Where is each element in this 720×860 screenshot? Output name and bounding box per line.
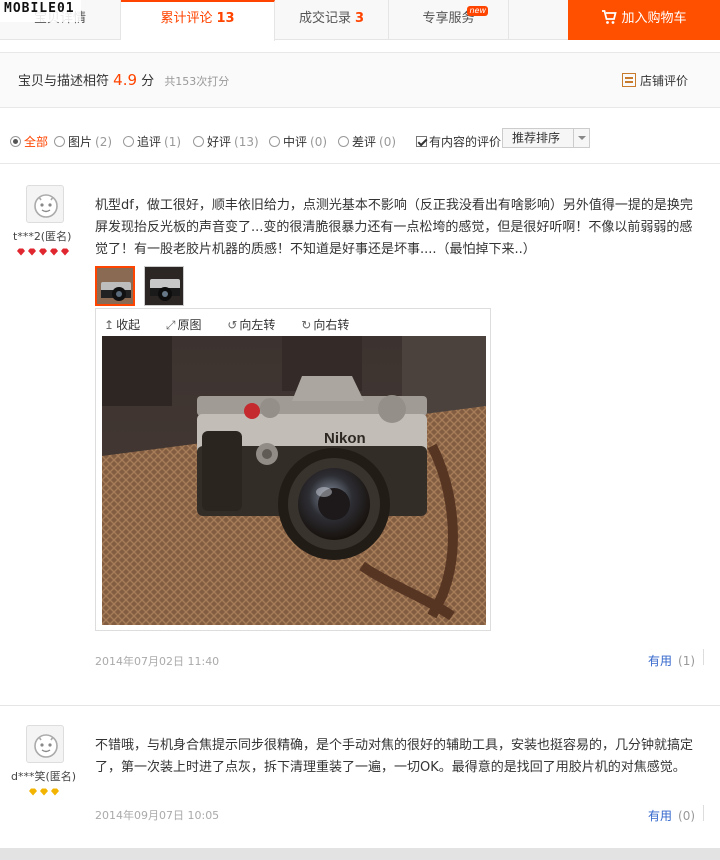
useful-button[interactable]: 有用 (0) — [648, 807, 695, 824]
radio-icon — [193, 136, 204, 147]
review-item: t***2(匿名) 机型df，做工很好，顺丰依旧给力，点测光基本不影响（反正我没… — [0, 164, 720, 704]
buyer-rank-icon — [16, 245, 71, 256]
default-avatar-icon — [34, 194, 58, 218]
footer-bar — [0, 848, 720, 860]
buyer-rank-icon — [28, 785, 61, 796]
rating-count: 共153次打分 — [164, 75, 230, 88]
review-thumbnail[interactable] — [144, 266, 184, 306]
rotate-left-label: 向左转 — [239, 318, 276, 332]
sort-select-value: 推荐排序 — [512, 131, 561, 145]
review-filter-bar: 全部 图片 (2) 追评 (1) 好评 (13) 中评 (0) 差评 (0) 有内容的评价… — [0, 118, 720, 164]
review-thumbnail[interactable] — [95, 266, 135, 306]
useful-count: (1) — [678, 654, 696, 668]
filter-pictures[interactable]: 图片 (2) — [54, 133, 112, 150]
tab-deals-label: 成交记录 — [298, 11, 351, 26]
filter-append-label: 追评 — [137, 135, 162, 149]
rotate-right-button[interactable]: ↻ 向右转 — [301, 318, 360, 332]
rotate-left-icon: ↺ — [227, 318, 238, 332]
filter-append[interactable]: 追评 (1) — [123, 133, 181, 150]
radio-icon — [123, 136, 134, 147]
tab-reviews[interactable]: 累计评论 13 — [121, 0, 275, 41]
match-score-unit: 分 — [141, 74, 155, 89]
mobile01-watermark: MOBILE01 — [0, 0, 81, 22]
filter-bad-count: (0) — [379, 135, 397, 149]
tab-reviews-count: 13 — [216, 11, 235, 26]
filter-pictures-count: (2) — [95, 135, 113, 149]
divider — [703, 649, 704, 665]
review-username: d***笑(匿名) — [11, 770, 77, 783]
tab-deals-count: 3 — [354, 11, 365, 26]
view-original-button[interactable]: ⤢ 原图 — [166, 318, 213, 332]
filter-good-count: (13) — [234, 135, 259, 149]
filter-bad[interactable]: 差评 (0) — [338, 133, 396, 150]
avatar — [26, 725, 64, 763]
filter-good-label: 好评 — [207, 135, 232, 149]
useful-label: 有用 — [648, 654, 673, 668]
default-avatar-icon — [34, 734, 58, 758]
review-thumbnails — [95, 266, 195, 308]
checkbox-icon — [416, 136, 427, 147]
cart-icon — [602, 10, 618, 24]
divider — [703, 805, 704, 821]
photo-toolbar: ↥ 收起 ⤢ 原图 ↺ 向左转 ↻ 向右转 — [104, 316, 371, 333]
review-date: 2014年09月07日 10:05 — [95, 809, 220, 822]
review-date: 2014年07月02日 11:40 — [95, 655, 220, 668]
filter-pictures-label: 图片 — [68, 135, 93, 149]
filter-mid-count: (0) — [310, 135, 328, 149]
review-text: 机型df，做工很好，顺丰依旧给力，点测光基本不影响（反正我没看出有啥影响）另外值… — [95, 198, 693, 257]
chevron-down-icon — [573, 129, 589, 147]
review-photo[interactable]: Nikon — [102, 336, 486, 625]
tab-deals[interactable]: 成交记录 3 — [275, 0, 389, 40]
collapse-label: 收起 — [116, 318, 141, 332]
radio-icon — [10, 136, 21, 147]
filter-mid[interactable]: 中评 (0) — [269, 133, 327, 150]
radio-icon — [269, 136, 280, 147]
filter-all[interactable]: 全部 — [10, 133, 48, 150]
filter-content-only-label: 有内容的评价 — [429, 135, 502, 149]
match-score-label: 宝贝与描述相符 — [18, 74, 110, 89]
filter-mid-label: 中评 — [283, 135, 308, 149]
review-item: d***笑(匿名) 不错哦，与机身合焦提示同步很精确，是个手动对焦的很好的辅助工… — [0, 706, 720, 846]
rotate-right-icon: ↻ — [301, 318, 312, 332]
review-text: 不错哦，与机身合焦提示同步很精确，是个手动对焦的很好的辅助工具，安装也挺容易的，… — [95, 738, 694, 775]
tab-reviews-label: 累计评论 — [160, 11, 213, 26]
collapse-icon: ↥ — [104, 318, 115, 332]
photo-viewer: ↥ 收起 ⤢ 原图 ↺ 向左转 ↻ 向右转 Nikon — [95, 308, 491, 631]
useful-label: 有用 — [648, 809, 673, 823]
rotate-right-label: 向右转 — [313, 318, 350, 332]
sort-select[interactable]: 推荐排序 — [502, 128, 590, 148]
radio-icon — [338, 136, 349, 147]
useful-count: (0) — [678, 809, 696, 823]
collapse-photo-button[interactable]: ↥ 收起 — [104, 318, 151, 332]
add-to-cart-button[interactable]: 加入购物车 — [568, 0, 720, 40]
filter-good[interactable]: 好评 (13) — [193, 133, 259, 150]
filter-all-label: 全部 — [24, 135, 49, 149]
review-tabs: 宝贝详情 累计评论13 成交记录3 专享服务new 加入购物车 — [0, 0, 720, 41]
useful-button[interactable]: 有用 (1) — [648, 652, 695, 669]
shop-rating-link[interactable]: 店铺评价 — [622, 72, 688, 89]
rating-summary: 宝贝与描述相符 4.9 分 共153次打分 店铺评价 — [0, 52, 720, 108]
expand-icon: ⤢ — [165, 318, 176, 332]
filter-bad-label: 差评 — [352, 135, 377, 149]
avatar — [26, 185, 64, 223]
add-to-cart-label: 加入购物车 — [621, 11, 687, 26]
match-score-value: 4.9 — [113, 71, 138, 89]
filter-content-only[interactable]: 有内容的评价 — [416, 133, 501, 150]
tab-vip-service[interactable]: 专享服务 new — [389, 0, 509, 40]
new-badge: new — [467, 6, 488, 16]
radio-icon — [54, 136, 65, 147]
rotate-left-button[interactable]: ↺ 向左转 — [227, 318, 286, 332]
match-score: 宝贝与描述相符 4.9 分 共153次打分 — [18, 70, 229, 89]
filter-append-count: (1) — [164, 135, 182, 149]
shop-icon — [622, 73, 636, 87]
shop-rating-label: 店铺评价 — [640, 74, 689, 88]
review-username: t***2(匿名) — [13, 230, 72, 243]
view-original-label: 原图 — [177, 318, 202, 332]
